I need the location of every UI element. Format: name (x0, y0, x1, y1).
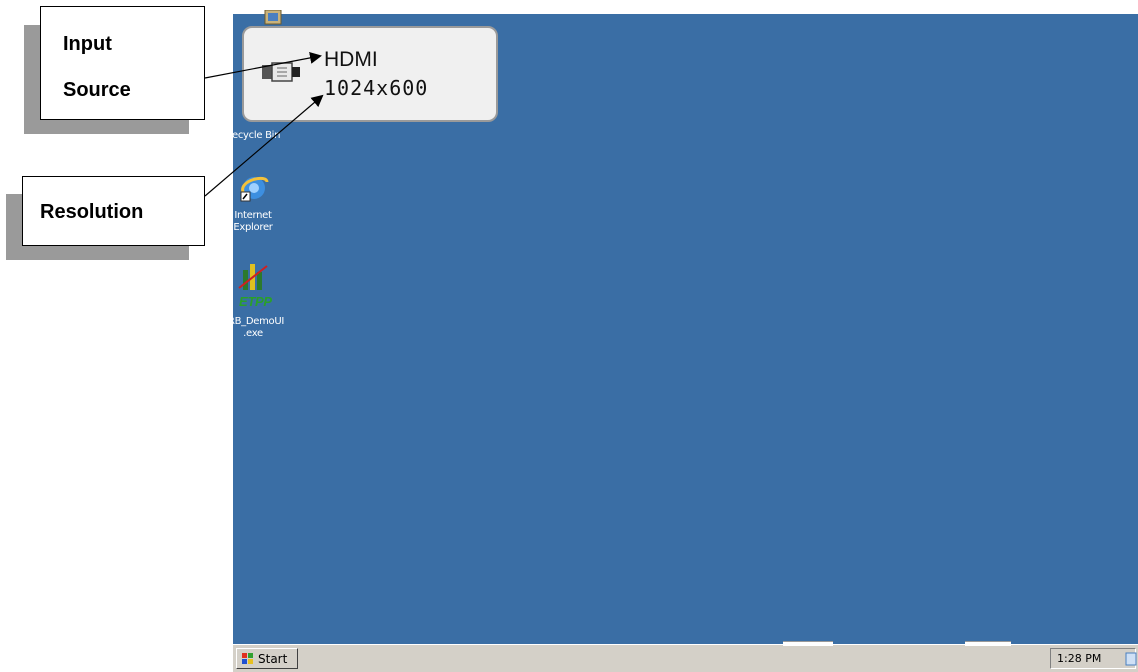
callout-arrows (204, 51, 324, 197)
input-source-arrow (204, 51, 322, 79)
resolution-arrow (204, 94, 324, 197)
